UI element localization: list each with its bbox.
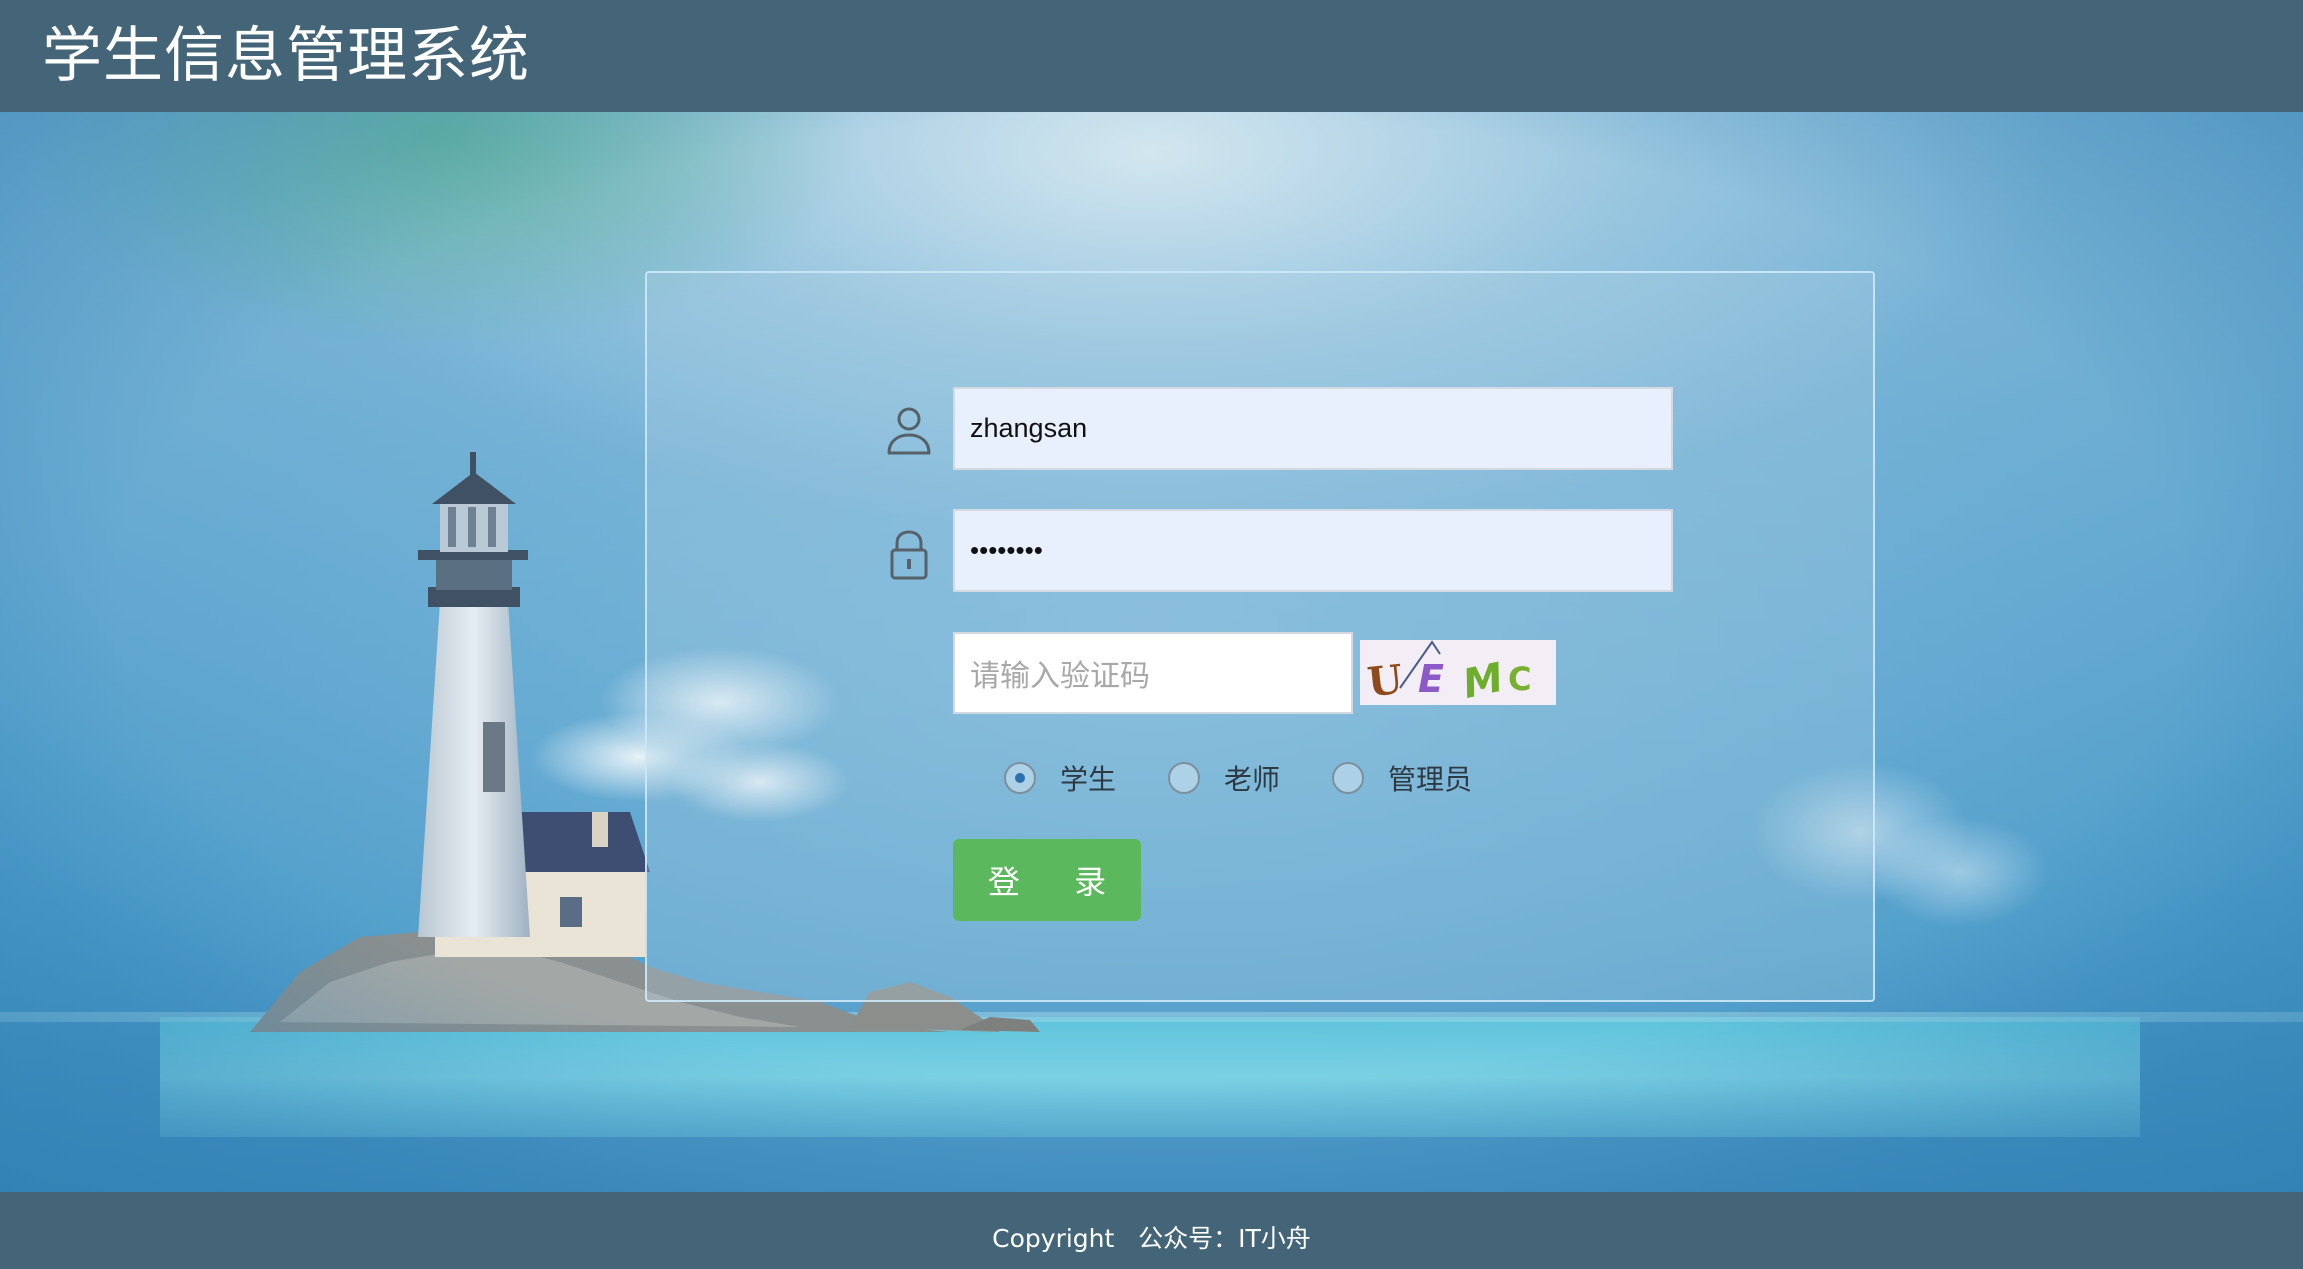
username-input[interactable]: zhangsan — [953, 387, 1673, 470]
role-label-admin: 管理员 — [1388, 763, 1473, 796]
top-header-bar: 学生信息管理系统 — [0, 0, 2303, 112]
lock-icon — [890, 530, 928, 580]
role-option-teacher[interactable]: 老师 — [1168, 758, 1280, 798]
user-icon — [887, 407, 931, 455]
role-label-student: 学生 — [1060, 763, 1117, 796]
copyright-text: Copyright 公众号：IT小舟 — [992, 1224, 1311, 1253]
svg-text:U: U — [1365, 656, 1405, 705]
svg-text:C: C — [1508, 660, 1531, 698]
username-value: zhangsan — [970, 413, 1088, 443]
login-button[interactable]: 登 录 — [953, 839, 1141, 921]
captcha-placeholder: 请输入验证码 — [970, 659, 1150, 694]
captcha-input[interactable]: 请输入验证码 — [953, 632, 1353, 714]
role-option-student[interactable]: 学生 — [1004, 758, 1116, 798]
password-masked-value: •••••••• — [970, 535, 1043, 565]
captcha-graphic: U E M C — [1360, 640, 1556, 708]
radio-button-teacher[interactable] — [1168, 762, 1200, 794]
radio-button-admin[interactable] — [1332, 762, 1364, 794]
svg-text:E: E — [1418, 657, 1444, 701]
radio-button-student[interactable] — [1004, 762, 1036, 794]
role-label-teacher: 老师 — [1224, 763, 1281, 796]
app-title: 学生信息管理系统 — [42, 21, 530, 91]
login-page: 学生信息管理系统 zhangsan •••••••• 请输入验证码 U E M … — [0, 0, 2303, 1269]
captcha-image[interactable]: U E M C — [1360, 640, 1556, 708]
password-input[interactable]: •••••••• — [953, 509, 1673, 592]
footer-bar: Copyright 公众号：IT小舟 — [0, 1192, 2303, 1269]
role-option-admin[interactable]: 管理员 — [1332, 758, 1472, 798]
